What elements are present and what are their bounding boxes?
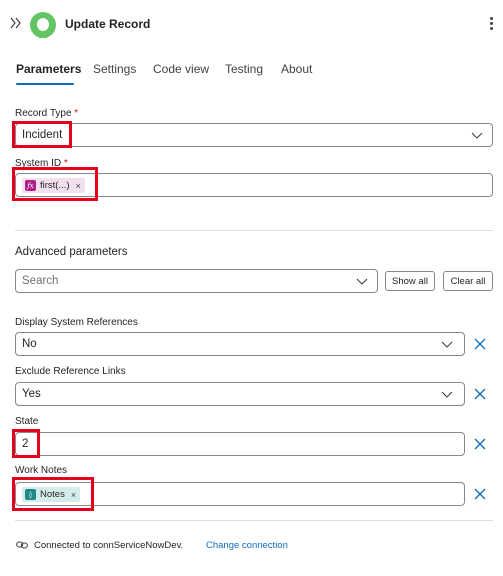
double-chevron-right-icon[interactable] <box>9 16 23 30</box>
exclude-reference-links-label: Exclude Reference Links <box>15 366 126 377</box>
record-type-dropdown[interactable]: Incident <box>15 123 493 147</box>
system-id-label: System ID * <box>15 158 68 169</box>
remove-token-icon[interactable]: × <box>76 181 81 191</box>
display-system-references-value: No <box>22 338 37 350</box>
chevron-down-icon <box>356 278 368 285</box>
tab-testing[interactable]: Testing <box>225 62 263 76</box>
notes-token[interactable]: ◊ Notes × <box>22 487 81 502</box>
record-type-label: Record Type * <box>15 108 79 119</box>
function-token-label: first(...) <box>40 180 70 191</box>
state-value: 2 <box>22 438 29 450</box>
state-label: State <box>15 416 39 427</box>
notes-token-label: Notes <box>40 489 65 500</box>
remove-parameter-icon[interactable] <box>474 488 486 500</box>
advanced-search-dropdown[interactable]: Search <box>15 269 378 293</box>
display-system-references-label: Display System References <box>15 317 138 328</box>
record-type-value: Incident <box>22 129 63 141</box>
chevron-down-icon <box>441 341 453 348</box>
function-icon: fx <box>25 180 36 191</box>
system-id-field[interactable]: fx first(...) × <box>15 173 493 197</box>
remove-parameter-icon[interactable] <box>474 388 486 400</box>
exclude-reference-links-dropdown[interactable]: Yes <box>15 382 465 406</box>
tab-parameters[interactable]: Parameters <box>16 62 81 76</box>
tab-settings[interactable]: Settings <box>93 62 136 76</box>
display-system-references-dropdown[interactable]: No <box>15 332 465 356</box>
state-input[interactable]: 2 <box>15 432 465 456</box>
servicenow-icon: ◊ <box>25 489 36 500</box>
tab-about[interactable]: About <box>281 62 312 76</box>
link-icon <box>16 541 28 549</box>
remove-parameter-icon[interactable] <box>474 438 486 450</box>
work-notes-field[interactable]: ◊ Notes × <box>15 482 465 506</box>
panel-title: Update Record <box>65 17 151 31</box>
more-vertical-icon[interactable] <box>488 17 494 33</box>
search-placeholder: Search <box>22 275 59 287</box>
advanced-parameters-heading: Advanced parameters <box>15 246 128 258</box>
function-token[interactable]: fx first(...) × <box>22 178 85 193</box>
tab-code-view[interactable]: Code view <box>153 62 209 76</box>
change-connection-link[interactable]: Change connection <box>206 540 288 551</box>
divider <box>15 230 493 231</box>
clear-all-button[interactable]: Clear all <box>443 271 493 291</box>
remove-token-icon[interactable]: × <box>71 490 76 500</box>
chevron-down-icon <box>441 391 453 398</box>
show-all-button[interactable]: Show all <box>385 271 435 291</box>
work-notes-label: Work Notes <box>15 465 68 476</box>
exclude-reference-links-value: Yes <box>22 388 41 400</box>
active-tab-indicator <box>16 83 74 85</box>
servicenow-logo <box>30 12 56 38</box>
chevron-down-icon <box>471 132 483 139</box>
divider <box>15 520 493 521</box>
connection-status-text: Connected to connServiceNowDev. <box>34 540 184 551</box>
remove-parameter-icon[interactable] <box>474 338 486 350</box>
